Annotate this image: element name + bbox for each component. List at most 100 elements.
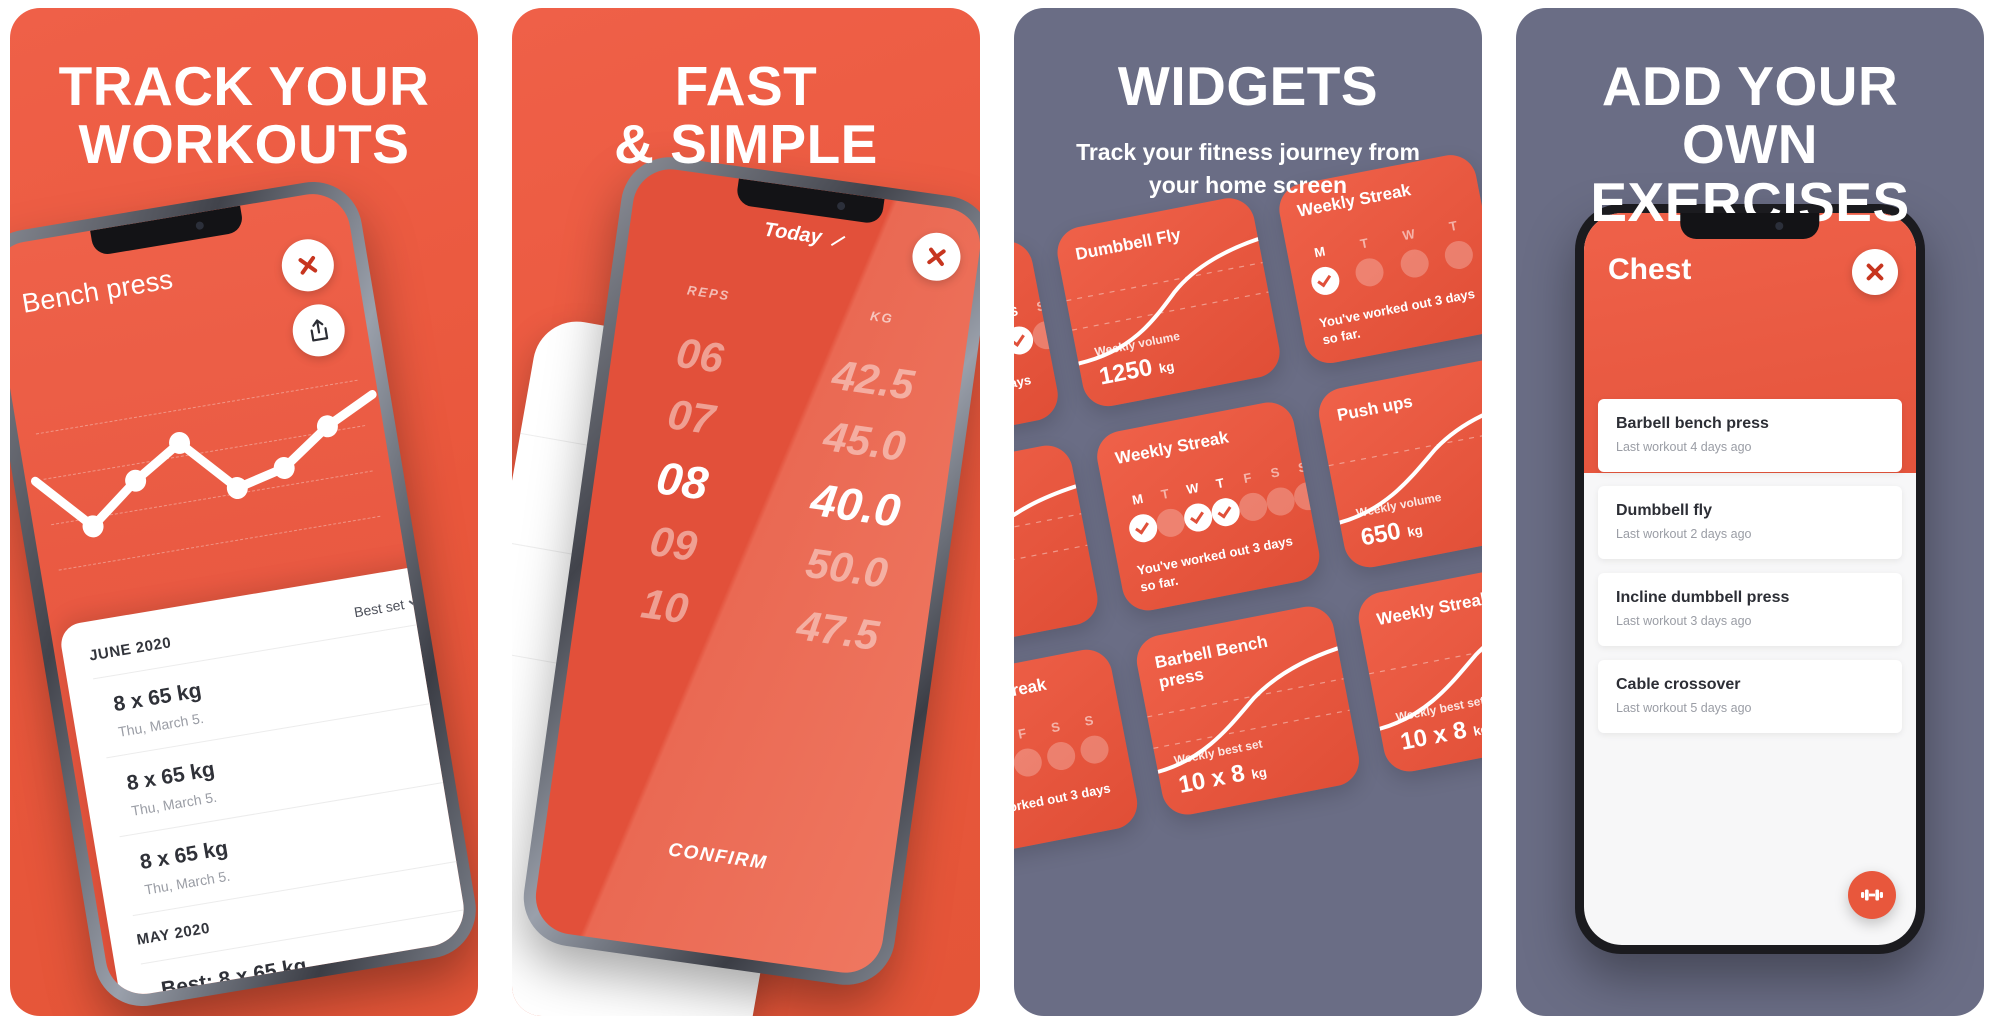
day-label: T [1214,475,1226,492]
streak-days: M T W T [1305,216,1476,298]
day-label: S [1296,459,1309,476]
day-label: S [1269,464,1281,481]
widget-weekly-streak[interactable]: Weekly Streak M T W T F S S You've worke… [1014,236,1063,454]
kg-option-selected[interactable]: 40.0 [766,469,946,541]
exercise-last-workout: Last workout 5 days ago [1616,701,1752,715]
day-label: F [1016,725,1028,742]
widget-exercise-chart[interactable]: Dumbbell Fly Weekly volume 1250 kg [1053,193,1285,411]
reps-column-header: REPS [686,282,732,304]
day-dot [1030,318,1063,352]
app-store-screenshot-gallery: TRACK YOUR WORKOUTS Bench press JUNE 202… [0,0,1998,1024]
widget-weekly-streak[interactable]: Weekly Streak W T F S S You've worked ou… [1014,645,1142,863]
best-set-label: Best set [352,595,406,620]
metric-value: 650 [1358,517,1403,552]
headline-line-2: & SIMPLE [614,112,878,175]
reps-option[interactable]: 06 [610,322,789,390]
headline-line-2: WORKOUTS [78,112,410,175]
kg-option[interactable]: 42.5 [783,346,962,414]
widget-footer: You've worked out 3 days so far. [1135,533,1294,595]
reps-option[interactable]: 09 [584,510,763,578]
panel3-subline: Track your fitness journey from your hom… [1076,138,1420,199]
exercise-last-workout: Last workout 4 days ago [1616,440,1752,454]
reps-option[interactable]: 07 [602,383,781,451]
close-icon [924,244,949,269]
exercise-last-workout: Last workout 2 days ago [1616,527,1752,541]
best-set-dropdown[interactable]: Best set [352,594,420,620]
kg-option[interactable]: 45.0 [775,408,954,476]
widget-exercise-chart[interactable]: Weekly Streak Weekly best set 10 x 8 kg [1354,559,1482,776]
day-dot [1353,255,1387,289]
panel-add-your-own-exercises: ADD YOUR OWN EXERCISES Chest Barbell ben… [1516,8,1984,1016]
headline-line-1: FAST [674,55,818,117]
check-icon [1134,519,1149,535]
add-exercise-button[interactable] [1848,871,1896,919]
share-icon [310,319,329,342]
day-dot [1014,746,1045,779]
day-dot [1291,479,1324,513]
day-dot-done [1308,264,1342,298]
phone-notch [735,178,885,225]
kg-option[interactable]: 50.0 [757,535,936,603]
phone-mockup-exercise-list: Chest Barbell bench press Last workout 4… [1572,201,1928,957]
close-button[interactable] [909,229,964,284]
day-dot [1078,733,1111,766]
exercise-last-workout: Last workout 3 days ago [1616,614,1752,628]
day-label: S [1035,297,1047,315]
widget-exercise-chart[interactable]: Bench press Weekly best set 10 x 8 kg [1014,441,1102,658]
metric-unit: kg [1250,764,1268,782]
widget-footer: You've worked out 3 days so far. [1014,372,1033,417]
widget-footer: You've worked out 3 days so far. [1014,780,1112,826]
day-label: S [1083,712,1095,729]
list-item[interactable]: Dumbbell fly Last workout 2 days ago [1598,486,1902,559]
reps-option[interactable]: 10 [575,572,754,640]
close-button[interactable] [277,235,338,296]
set-history-card: JUNE 2020 Best set 8 x 65 kg Thu, March … [58,563,470,1000]
widget-title: Weekly Streak [1014,257,1017,308]
phone-screen: Chest Barbell bench press Last workout 4… [1584,213,1916,945]
phone-notch [1680,213,1820,239]
phone-screen: Bench press JUNE 2020 Best set 8 x 65 kg… [10,188,470,1000]
kg-column-header: KG [869,308,895,327]
exercise-name: Dumbbell fly [1616,502,1713,519]
list-item[interactable]: Incline dumbbell press Last workout 3 da… [1598,573,1902,646]
widget-weekly-streak[interactable]: Weekly Streak M T W T F S S You've worke… [1092,397,1324,615]
month-label: MAY 2020 [135,919,212,949]
pencil-icon [831,235,846,246]
muscle-group-title: Chest [1608,253,1692,286]
day-label: T [1358,235,1370,252]
kg-option[interactable]: 47.5 [748,596,927,664]
streak-days: M T W T F S S [1122,459,1324,545]
metric-unit: kg [1471,720,1482,739]
dumbbell-icon [1861,889,1883,901]
widget-exercise-chart[interactable]: Push ups Weekly volume 650 kg [1314,354,1482,572]
day-dot [1442,238,1476,272]
day-label: F [1242,469,1253,487]
panel1-headline: TRACK YOUR WORKOUTS [10,8,478,174]
check-icon [1316,272,1331,288]
list-item[interactable]: Barbell bench press Last workout 4 days … [1598,399,1902,472]
reps-option-selected[interactable]: 08 [592,445,772,517]
panel-fast-and-simple: FAST & SIMPLE Today REPS 06 07 08 09 10 … [512,8,980,1016]
check-icon [1014,331,1025,347]
widget-footer: You've worked out 3 days so far. [1317,286,1477,348]
exercise-name: Incline dumbbell press [1616,589,1790,606]
list-item[interactable]: Cable crossover Last workout 5 days ago [1598,660,1902,733]
close-icon [295,253,320,278]
day-dot [1044,739,1078,773]
panel-track-your-workouts: TRACK YOUR WORKOUTS Bench press JUNE 202… [10,8,478,1016]
day-label: W [1401,226,1417,244]
day-label: M [1312,243,1327,261]
check-icon [1217,503,1231,519]
exercise-list: Barbell bench press Last workout 4 days … [1598,399,1902,747]
close-icon [1864,261,1886,283]
widget-title: Weekly Streak [1014,674,1048,716]
today-label: Today [762,218,824,249]
widget-exercise-chart[interactable]: Barbell Bench press Weekly best set 10 x… [1132,602,1364,819]
day-label: M [1130,490,1145,508]
metric-unit: kg [1157,358,1176,376]
panel3-headline: WIDGETS [1014,8,1482,116]
close-button[interactable] [1852,249,1898,295]
exercise-title: Bench press [19,264,175,319]
widget-metric: Weekly best set 10 x 8 kg [1014,561,1085,640]
date-selector[interactable]: Today [762,219,848,253]
